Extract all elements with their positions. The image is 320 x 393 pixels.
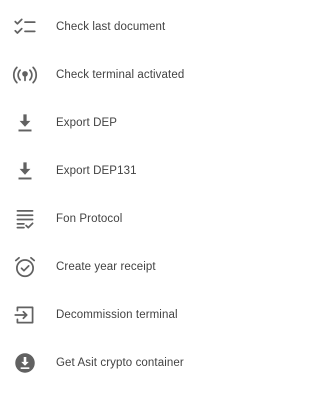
menu-item-label: Create year receipt [56,261,156,273]
menu-item-check-last-document[interactable]: Check last document [0,3,297,51]
menu-item-create-year-receipt[interactable]: Create year receipt [0,243,297,291]
download-circle-icon [12,350,38,376]
menu-item-label: Get Asit crypto container [56,357,184,369]
list-check-icon [12,206,38,232]
exit-to-app-icon [12,302,38,328]
menu-item-label: Fon Protocol [56,213,123,225]
menu-item-decommission-terminal[interactable]: Decommission terminal [0,291,297,339]
actions-menu: Check last document Check terminal activ… [0,0,297,393]
menu-item-check-terminal-activated[interactable]: Check terminal activated [0,51,297,99]
broadcast-signal-icon [12,62,38,88]
checklist-icon [12,14,38,40]
menu-item-label: Decommission terminal [56,309,178,321]
alarm-check-icon [12,254,38,280]
menu-item-label: Export DEP131 [56,165,137,177]
download-icon [12,158,38,184]
menu-item-label: Check terminal activated [56,69,185,81]
menu-item-label: Check last document [56,21,166,33]
menu-item-export-dep131[interactable]: Export DEP131 [0,147,297,195]
download-icon [12,110,38,136]
menu-item-get-asit-crypto-container[interactable]: Get Asit crypto container [0,339,297,387]
menu-item-label: Export DEP [56,117,118,129]
menu-item-fon-protocol[interactable]: Fon Protocol [0,195,297,243]
menu-item-export-dep[interactable]: Export DEP [0,99,297,147]
